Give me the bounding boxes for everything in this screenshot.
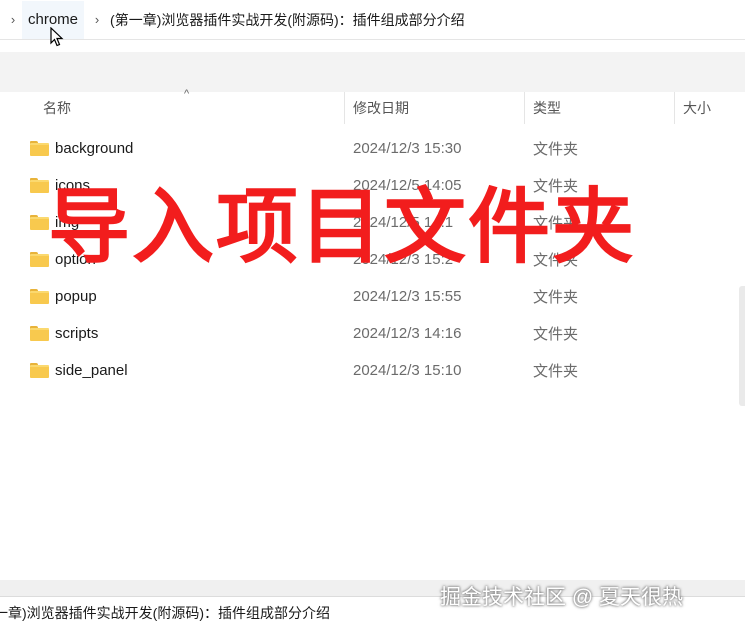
file-type: 文件夹 [533,141,579,158]
breadcrumb-item-folder[interactable]: (第一章)浏览器插件实战开发(附源码)：插件组成部分介绍 [104,1,471,39]
file-type: 文件夹 [533,326,579,343]
name-cell: side_panel [0,362,345,379]
folder-icon [30,215,49,230]
name-cell: background [0,140,345,157]
file-type: 文件夹 [533,289,579,306]
column-header-type[interactable]: 类型 [525,92,675,124]
column-header-name[interactable]: 名称 ^ [0,88,345,124]
watermark-text: 掘金技术社区 @ 夏天很热 [440,586,683,609]
file-type: 文件夹 [533,363,579,380]
address-breadcrumb: › chrome › (第一章)浏览器插件实战开发(附源码)：插件组成部分介绍 [0,0,745,40]
file-name: scripts [55,325,99,342]
column-header-size[interactable]: 大小 [675,92,745,124]
column-header-row: 名称 ^ 修改日期 类型 大小 [0,88,745,124]
scrollbar-track[interactable] [739,286,745,406]
folder-icon [30,178,49,193]
column-header-modified[interactable]: 修改日期 [345,92,525,124]
table-row[interactable]: background 2024/12/3 15:30 文件夹 [0,130,745,167]
file-name: background [55,140,134,157]
folder-icon [30,363,49,378]
folder-icon [30,141,49,156]
modified-date: 2024/12/3 15:55 [353,288,462,305]
overlay-caption: 导入项目文件夹 [48,180,637,275]
folder-icon [30,289,49,304]
chevron-right-icon[interactable]: › [90,12,104,27]
chevron-right-icon[interactable]: › [6,12,20,27]
modified-date: 2024/12/3 14:16 [353,325,462,342]
modified-date: 2024/12/3 15:30 [353,140,462,157]
file-name: popup [55,288,97,305]
modified-date: 2024/12/3 15:10 [353,362,462,379]
folder-icon [30,252,49,267]
table-row[interactable]: scripts 2024/12/3 14:16 文件夹 [0,315,745,352]
name-cell: popup [0,288,345,305]
status-path-text: 一章)浏览器插件实战开发(附源码)：插件组成部分介绍 [0,605,330,621]
table-row[interactable]: side_panel 2024/12/3 15:10 文件夹 [0,352,745,389]
mouse-cursor-icon [50,27,64,47]
name-cell: scripts [0,325,345,342]
file-name: side_panel [55,362,128,379]
toolbar-area [0,52,745,92]
sort-up-icon: ^ [184,88,190,100]
folder-icon [30,326,49,341]
table-row[interactable]: popup 2024/12/3 15:55 文件夹 [0,278,745,315]
